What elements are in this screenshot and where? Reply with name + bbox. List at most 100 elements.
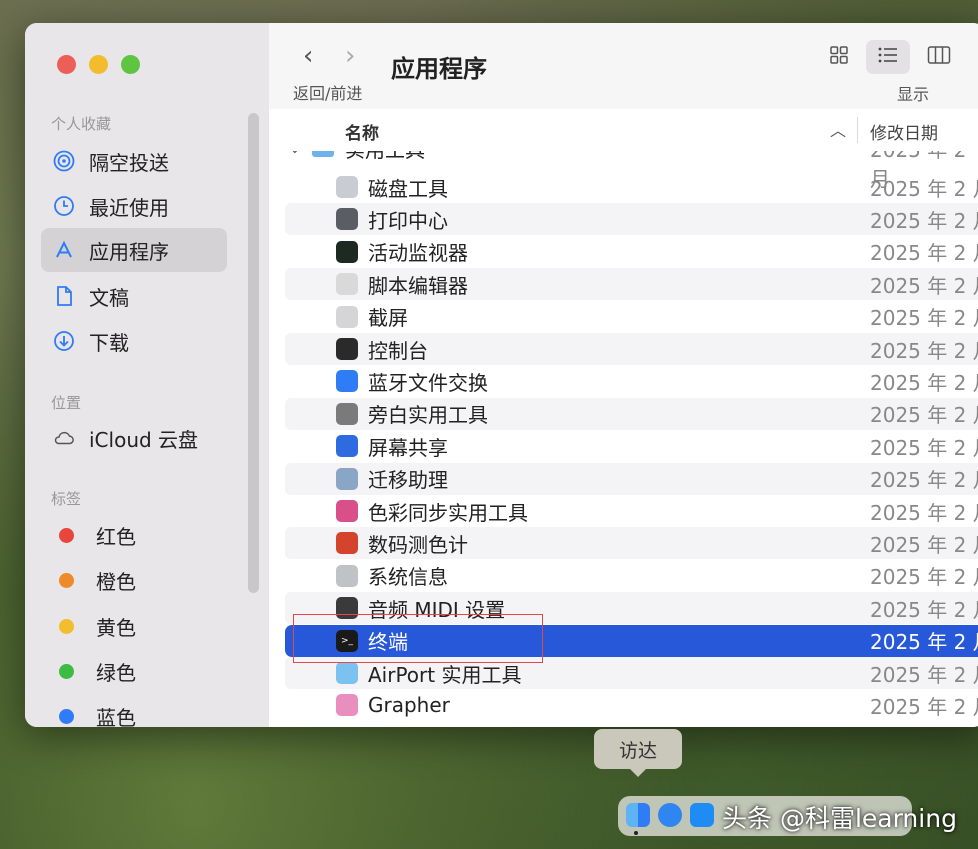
file-name: 色彩同步实用工具 [368,500,528,525]
finder-icon[interactable] [626,803,650,827]
file-row[interactable]: Grapher 2025 年 2 月 [285,689,978,721]
safari-icon[interactable] [658,803,682,827]
running-indicator [634,831,638,835]
back-arrow-icon[interactable]: ‹ [303,41,313,71]
columns-icon [927,45,951,69]
sidebar-item-airdrop[interactable]: 隔空投送 [41,139,227,183]
file-row[interactable]: 活动监视器 2025 年 2 月 [285,236,978,268]
modified-date: 2025 年 2 月 [870,306,978,331]
column-view-button[interactable] [917,40,961,74]
sort-ascending-icon[interactable]: ︿ [830,117,846,141]
disk-utility-icon [336,176,358,198]
sidebar-item-applications[interactable]: 应用程序 [41,228,227,272]
dock-tooltip: 访达 [594,729,682,769]
sidebar-tag-green[interactable]: 绿色 [41,649,227,693]
file-row[interactable]: 截屏 2025 年 2 月 [285,301,978,333]
list-icon [877,45,899,69]
file-name: 活动监视器 [368,241,468,266]
file-row[interactable]: 控制台 2025 年 2 月 [285,333,978,365]
grapher-icon [336,694,358,717]
column-divider[interactable] [857,117,858,143]
file-name: Grapher [368,693,450,718]
sidebar-item-label: 橙色 [96,569,136,594]
sidebar-item-icloud[interactable]: iCloud 云盘 [41,416,227,460]
sidebar-item-label: 隔空投送 [89,150,169,175]
sidebar-section-tags: 标签 [51,490,82,508]
modified-date: 2025 年 2 月 [870,370,978,395]
tooltip-pointer [629,768,647,777]
modified-date: 2025 年 2 月 [870,532,978,557]
sidebar-section-favorites: 个人收藏 [51,115,112,133]
app-store-icon[interactable] [690,803,714,827]
chevron-down-icon[interactable]: ⌄ [289,151,301,157]
modified-date: 2025 年 2 月 [870,565,978,590]
sidebar-item-label: 下载 [89,330,129,355]
tag-color-dot [59,572,74,588]
sidebar-tag-blue[interactable]: 蓝色 [41,694,227,727]
annotation-highlight-box [293,614,543,663]
file-row[interactable]: 系统信息 2025 年 2 月 [285,560,978,592]
screen-sharing-icon [336,435,358,458]
watermark-text: 头条 @科雷learning [722,804,957,833]
column-name-header[interactable]: 名称 [345,119,379,144]
minimize-button[interactable] [89,55,108,74]
file-name: 数码测色计 [368,532,468,557]
sidebar-item-label: 红色 [96,524,136,549]
clock-icon [53,195,75,217]
cloud-icon [53,427,75,449]
sidebar-tag-orange[interactable]: 橙色 [41,558,227,602]
back-forward-label: 返回/前进 [293,84,363,103]
window-title: 应用程序 [391,55,487,83]
console-icon [336,338,358,360]
printer-icon [336,208,358,231]
sidebar-item-label: 黄色 [96,615,136,640]
column-date-header[interactable]: 修改日期 [870,119,938,144]
modified-date: 2025 年 2 月 [870,500,978,525]
file-row[interactable]: 迁移助理 2025 年 2 月 [285,462,978,495]
modified-date: 2025 年 2 月 [870,694,978,719]
file-name: 脚本编辑器 [368,273,468,298]
file-row[interactable]: 屏幕共享 2025 年 2 月 [285,430,978,462]
download-icon [53,330,75,352]
sidebar-tag-red[interactable]: 红色 [41,513,227,557]
sidebar-item-label: 文稿 [89,285,129,310]
file-row[interactable]: 数码测色计 2025 年 2 月 [285,527,978,560]
modified-date: 2025 年 2 月 [870,630,978,655]
file-row[interactable]: 色彩同步实用工具 2025 年 2 月 [285,495,978,527]
activity-monitor-icon [336,240,358,263]
forward-arrow-icon[interactable]: › [345,41,355,71]
sidebar-item-downloads[interactable]: 下载 [41,319,227,363]
toolbar: ‹ › 应用程序 返回/前进 显示 [269,23,978,110]
folder-row-utilities[interactable]: ⌄ 实用工具 2025 年 2 月 [269,151,978,191]
file-name: 旁白实用工具 [368,403,488,428]
sidebar-item-label: 蓝色 [96,705,136,728]
sidebar-tag-yellow[interactable]: 黄色 [41,604,227,648]
screenshot-icon [336,305,358,328]
list-view-button[interactable] [866,40,910,74]
sidebar-item-documents[interactable]: 文稿 [41,274,227,318]
file-row[interactable]: 旁白实用工具 2025 年 2 月 [285,397,978,430]
sidebar-item-label: 应用程序 [89,239,169,264]
sidebar: 个人收藏 隔空投送 最近使用 应用程序 文稿 下载 位置 iCloud 云盘 标… [25,23,270,727]
applications-icon [53,239,75,261]
tag-color-dot [59,708,74,724]
sidebar-item-recents[interactable]: 最近使用 [41,184,227,228]
display-label: 显示 [897,85,930,104]
icon-view-button[interactable] [817,40,861,74]
sidebar-scrollbar[interactable] [248,113,259,593]
modified-date: 2025 年 2 月 [870,338,978,363]
file-row[interactable]: 脚本编辑器 2025 年 2 月 [285,268,978,301]
file-row[interactable]: 打印中心 2025 年 2 月 [285,203,978,236]
color-meter-icon [336,532,358,555]
sidebar-item-label: iCloud 云盘 [89,427,199,452]
script-editor-icon [336,273,358,296]
zoom-button[interactable] [121,55,140,74]
file-row[interactable]: 磁盘工具 2025 年 2 月 [285,171,978,203]
bluetooth-icon [336,370,358,393]
grid-icon [829,45,849,69]
close-button[interactable] [57,55,76,74]
file-name: 磁盘工具 [368,176,448,201]
document-icon [53,285,75,307]
file-row[interactable]: 蓝牙文件交换 2025 年 2 月 [285,365,978,397]
file-name: 截屏 [368,306,408,331]
